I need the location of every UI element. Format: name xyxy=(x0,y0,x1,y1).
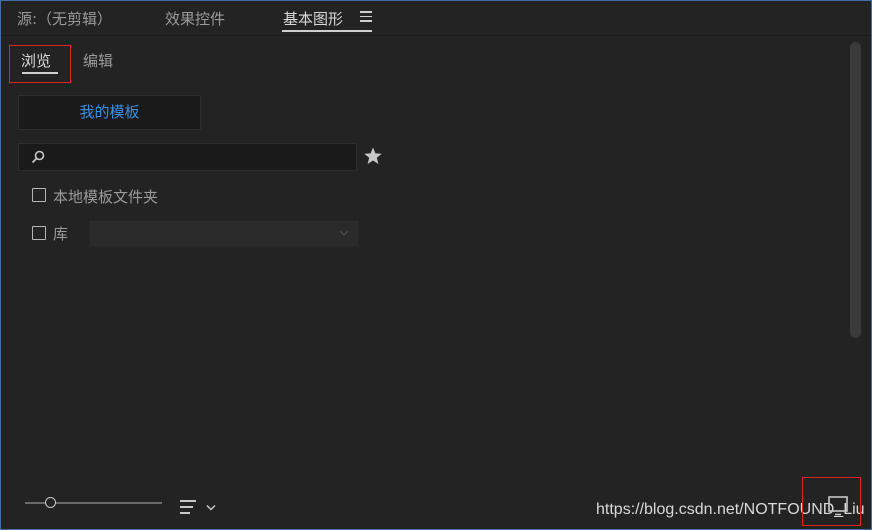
library-checkbox[interactable] xyxy=(32,226,46,240)
highlight-box-new-layer xyxy=(802,477,861,526)
library-label: 库 xyxy=(53,225,69,243)
list-view-icon[interactable] xyxy=(179,499,197,515)
local-templates-folder-label: 本地模板文件夹 xyxy=(53,188,159,206)
tab-effect-controls[interactable]: 效果控件 xyxy=(165,8,225,29)
essential-graphics-panel: 源:（无剪辑） 效果控件 基本图形 浏览 编辑 我的模板 本地模板文件夹 库 h… xyxy=(0,0,872,530)
star-icon[interactable] xyxy=(363,146,383,166)
tab-edit[interactable]: 编辑 xyxy=(83,50,113,71)
active-tab-indicator xyxy=(282,30,372,32)
hamburger-menu-icon[interactable] xyxy=(360,11,372,23)
chevron-down-icon xyxy=(339,230,349,237)
tab-source[interactable]: 源:（无剪辑） xyxy=(17,8,112,29)
library-dropdown[interactable] xyxy=(90,221,358,246)
my-templates-button[interactable]: 我的模板 xyxy=(18,95,201,130)
tab-essential-graphics[interactable]: 基本图形 xyxy=(283,8,343,29)
zoom-slider-handle[interactable] xyxy=(45,497,56,508)
local-templates-folder-checkbox[interactable] xyxy=(32,188,46,202)
scrollbar-thumb[interactable] xyxy=(850,42,861,338)
highlight-box-browse-tab xyxy=(9,45,71,83)
panel-tab-bar: 源:（无剪辑） 效果控件 基本图形 xyxy=(1,1,871,36)
chevron-down-icon[interactable] xyxy=(206,504,216,511)
search-icon xyxy=(31,150,45,164)
search-input[interactable] xyxy=(18,143,357,171)
